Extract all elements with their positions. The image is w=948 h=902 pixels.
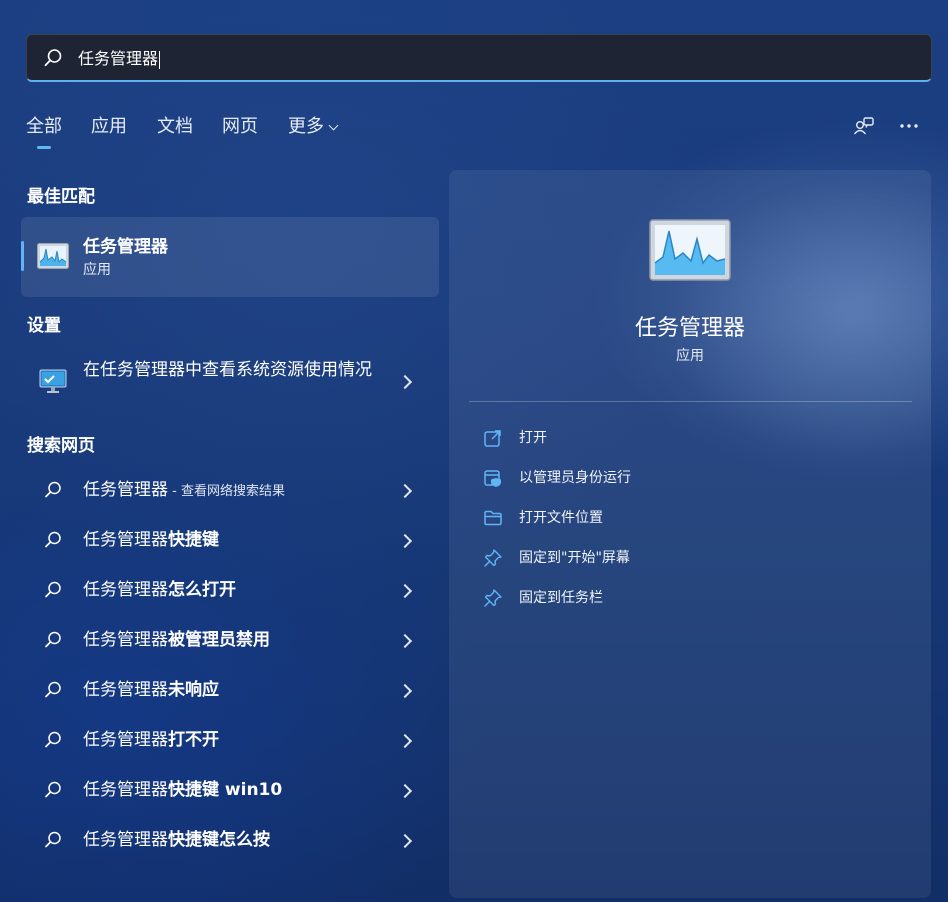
section-web-search: 搜索网页 xyxy=(27,431,95,456)
action-open[interactable]: 打开 xyxy=(519,428,547,448)
tab-more-label: 更多 xyxy=(288,116,324,137)
selection-indicator xyxy=(21,241,24,271)
best-match-title: 任务管理器 xyxy=(83,232,168,257)
web-result-suggestion: 快捷键 xyxy=(168,530,219,550)
search-icon xyxy=(43,48,63,68)
web-result-item[interactable]: 任务管理器快捷键 xyxy=(83,528,219,554)
active-tab-indicator xyxy=(37,146,51,149)
search-icon xyxy=(43,780,63,800)
chevron-right-icon[interactable] xyxy=(398,484,412,498)
web-result-query: 任务管理器 xyxy=(83,680,168,700)
action-open-file-location[interactable]: 打开文件位置 xyxy=(519,508,603,528)
search-icon xyxy=(43,480,63,500)
chevron-right-icon[interactable] xyxy=(398,584,412,598)
section-best-match: 最佳匹配 xyxy=(27,182,95,207)
web-result-item[interactable]: 任务管理器被管理员禁用 xyxy=(83,628,270,654)
web-result-query: 任务管理器 xyxy=(83,530,168,550)
preview-type: 应用 xyxy=(449,345,931,365)
text-caret xyxy=(159,51,160,69)
search-input[interactable]: 任务管理器 xyxy=(78,48,160,70)
chevron-right-icon[interactable] xyxy=(398,375,412,389)
chevron-right-icon[interactable] xyxy=(398,634,412,648)
chevron-right-icon[interactable] xyxy=(398,734,412,748)
pin-icon xyxy=(483,548,503,568)
chevron-right-icon[interactable] xyxy=(398,534,412,548)
best-match-card[interactable] xyxy=(21,217,439,297)
web-result-suggestion: 被管理员禁用 xyxy=(168,630,270,650)
search-query: 任务管理器 xyxy=(78,49,158,68)
web-result-query: 任务管理器 xyxy=(83,730,168,750)
action-pin-to-taskbar[interactable]: 固定到任务栏 xyxy=(519,588,603,608)
web-result-query: 任务管理器 xyxy=(83,480,168,500)
web-result-suggestion: 快捷键 win10 xyxy=(168,780,282,800)
pin-icon xyxy=(483,588,503,608)
chevron-down-icon xyxy=(329,121,339,131)
section-settings: 设置 xyxy=(27,311,61,336)
web-result-suggestion: 怎么打开 xyxy=(168,580,236,600)
web-result-item[interactable]: 任务管理器 - 查看网络搜索结果 xyxy=(83,478,285,504)
chevron-right-icon[interactable] xyxy=(398,834,412,848)
web-result-item[interactable]: 任务管理器怎么打开 xyxy=(83,578,236,604)
web-result-suggestion: 打不开 xyxy=(168,730,219,750)
tab-all[interactable]: 全部 xyxy=(26,114,62,140)
web-result-query: 任务管理器 xyxy=(83,580,168,600)
more-options-icon[interactable] xyxy=(897,114,921,138)
task-manager-large-icon xyxy=(649,219,731,281)
account-switch-icon[interactable] xyxy=(852,114,876,138)
action-run-as-admin[interactable]: 以管理员身份运行 xyxy=(519,468,631,488)
web-result-query: 任务管理器 xyxy=(83,780,168,800)
best-match-type: 应用 xyxy=(83,259,111,279)
search-icon xyxy=(43,580,63,600)
open-external-icon xyxy=(483,428,503,448)
task-manager-icon xyxy=(37,243,69,269)
tab-apps[interactable]: 应用 xyxy=(91,114,127,140)
search-icon xyxy=(43,630,63,650)
web-result-suggestion: 快捷键怎么按 xyxy=(168,830,270,850)
web-result-query: 任务管理器 xyxy=(83,630,168,650)
monitor-settings-icon xyxy=(39,368,67,396)
search-box[interactable]: 任务管理器 xyxy=(26,34,932,82)
action-pin-to-start[interactable]: 固定到"开始"屏幕 xyxy=(519,548,630,568)
chevron-right-icon[interactable] xyxy=(398,684,412,698)
tab-more[interactable]: 更多 xyxy=(288,114,337,140)
preview-divider xyxy=(469,401,912,402)
search-icon xyxy=(43,830,63,850)
web-result-suggestion: 未响应 xyxy=(168,680,219,700)
run-as-admin-icon xyxy=(483,468,503,488)
settings-item-resource-usage[interactable]: 在任务管理器中查看系统资源使用情况 xyxy=(83,357,373,383)
web-result-query: 任务管理器 xyxy=(83,830,168,850)
web-result-item[interactable]: 任务管理器未响应 xyxy=(83,678,219,704)
tab-web[interactable]: 网页 xyxy=(222,114,258,140)
search-icon xyxy=(43,730,63,750)
web-result-note: - 查看网络搜索结果 xyxy=(168,484,285,499)
search-icon xyxy=(43,680,63,700)
folder-icon xyxy=(483,508,503,528)
web-result-item[interactable]: 任务管理器打不开 xyxy=(83,728,219,754)
chevron-right-icon[interactable] xyxy=(398,784,412,798)
search-icon xyxy=(43,530,63,550)
tab-documents[interactable]: 文档 xyxy=(157,114,193,140)
preview-title: 任务管理器 xyxy=(449,310,931,342)
web-result-item[interactable]: 任务管理器快捷键 win10 xyxy=(83,778,282,804)
web-result-item[interactable]: 任务管理器快捷键怎么按 xyxy=(83,828,270,854)
